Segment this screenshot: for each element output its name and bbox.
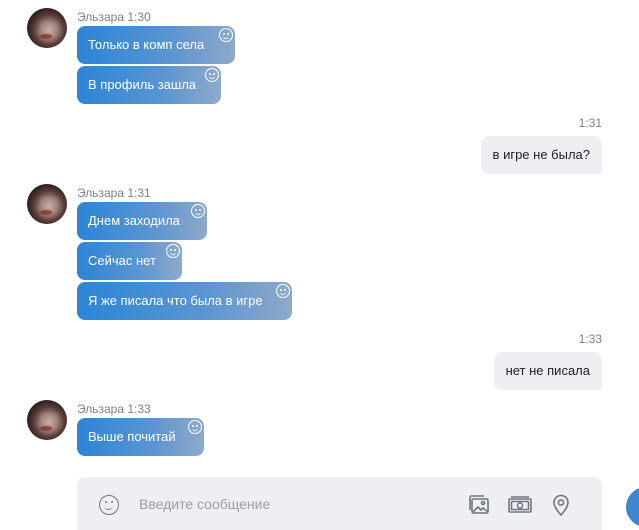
reaction-emoji-icon[interactable] xyxy=(188,420,202,434)
incoming-message[interactable]: Выше почитай xyxy=(77,418,204,456)
incoming-message[interactable]: Сейчас нет xyxy=(77,242,182,280)
incoming-message[interactable]: Только в комп села xyxy=(77,26,235,64)
reaction-emoji-icon[interactable] xyxy=(205,68,219,82)
incoming-message[interactable]: В профиль зашла xyxy=(77,66,221,104)
sender-label: Эльзара 1:33 xyxy=(77,402,151,416)
money-icon[interactable] xyxy=(507,493,533,517)
reaction-emoji-icon[interactable] xyxy=(166,244,180,258)
sender-label: Эльзара 1:30 xyxy=(77,10,151,24)
incoming-message[interactable]: Днем заходила xyxy=(77,202,207,240)
outgoing-message[interactable]: нет не писала xyxy=(493,352,602,390)
message-text: в игре не была? xyxy=(492,147,590,162)
contact-avatar[interactable] xyxy=(27,8,67,48)
contact-avatar[interactable] xyxy=(27,400,67,440)
reaction-emoji-icon[interactable] xyxy=(276,284,290,298)
message-text: Только в комп села xyxy=(88,37,205,52)
message-text: Сейчас нет xyxy=(88,253,156,268)
message-text: Днем заходила xyxy=(88,213,180,228)
reaction-emoji-icon[interactable] xyxy=(191,204,205,218)
location-icon[interactable] xyxy=(549,493,573,517)
message-text: Выше почитай xyxy=(88,429,176,444)
contact-avatar[interactable] xyxy=(27,184,67,224)
incoming-message[interactable]: Я же писала что была в игре xyxy=(77,282,292,320)
message-input[interactable] xyxy=(139,493,459,515)
message-composer xyxy=(77,477,602,530)
message-text: В профиль зашла xyxy=(88,77,197,92)
sender-label: Эльзара 1:31 xyxy=(77,186,151,200)
gallery-icon[interactable] xyxy=(467,493,491,517)
message-text: Я же писала что была в игре xyxy=(88,293,263,308)
message-time: 1:31 xyxy=(578,116,602,130)
send-button[interactable] xyxy=(626,487,639,527)
reaction-emoji-icon[interactable] xyxy=(219,28,233,42)
emoji-icon[interactable] xyxy=(99,495,119,515)
outgoing-message[interactable]: в игре не была? xyxy=(480,136,602,174)
message-time: 1:33 xyxy=(578,332,602,346)
message-text: нет не писала xyxy=(505,363,590,378)
